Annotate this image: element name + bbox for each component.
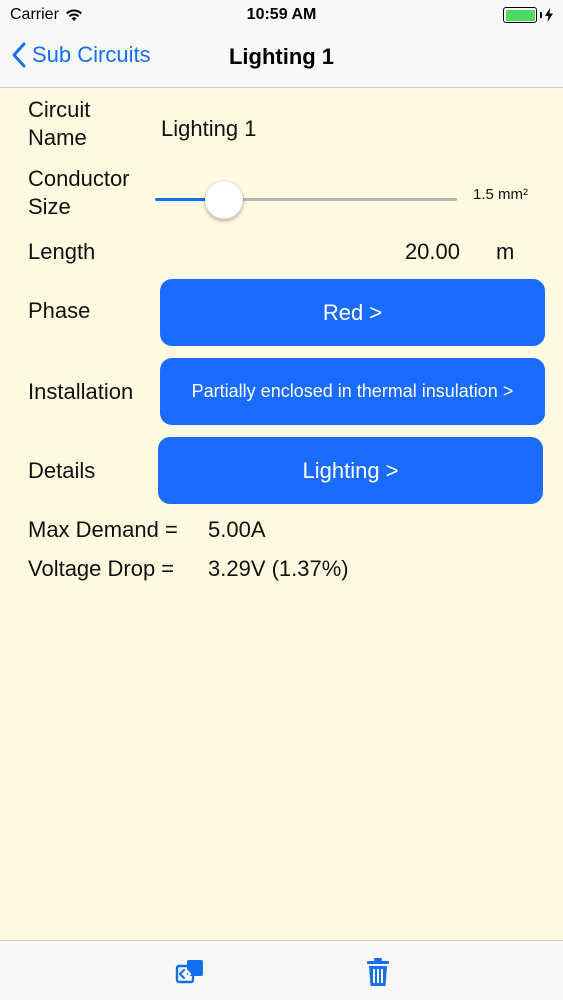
details-button[interactable]: Lighting > — [158, 437, 543, 504]
max-demand-value: 5.00A — [208, 517, 266, 542]
circuit-name-label: Circuit Name — [28, 97, 91, 150]
status-time: 10:59 AM — [246, 6, 317, 23]
voltage-drop-value: 3.29V (1.37%) — [208, 556, 349, 581]
charging-icon — [545, 8, 553, 22]
phase-label: Phase — [28, 298, 91, 323]
duplicate-icon[interactable] — [174, 956, 206, 988]
voltage-drop-label: Voltage Drop = — [28, 556, 175, 581]
phase-button[interactable]: Red > — [160, 279, 545, 346]
chevron-left-icon — [12, 42, 26, 68]
bottom-toolbar — [0, 940, 563, 1000]
back-button[interactable]: Sub Circuits — [12, 42, 151, 68]
navigation-bar: Sub Circuits Lighting 1 — [0, 30, 563, 88]
conductor-size-slider-thumb[interactable] — [205, 181, 244, 219]
status-bar: Carrier 10:59 AM — [0, 0, 563, 30]
installation-button[interactable]: Partially enclosed in thermal insulation… — [160, 358, 545, 425]
trash-icon[interactable] — [362, 956, 394, 988]
conductor-size-value: 1.5 mm² — [473, 186, 529, 203]
back-label: Sub Circuits — [32, 42, 151, 67]
length-unit: m — [496, 239, 515, 264]
details-label: Details — [28, 458, 96, 483]
installation-label: Installation — [28, 379, 134, 404]
length-field[interactable]: 20.00 — [340, 239, 460, 265]
circuit-name-field[interactable]: Lighting 1 — [161, 116, 461, 142]
battery-icon — [503, 7, 553, 23]
max-demand-label: Max Demand = — [28, 517, 178, 542]
length-label: Length — [28, 239, 96, 264]
conductor-size-label: Conductor Size — [28, 166, 130, 219]
